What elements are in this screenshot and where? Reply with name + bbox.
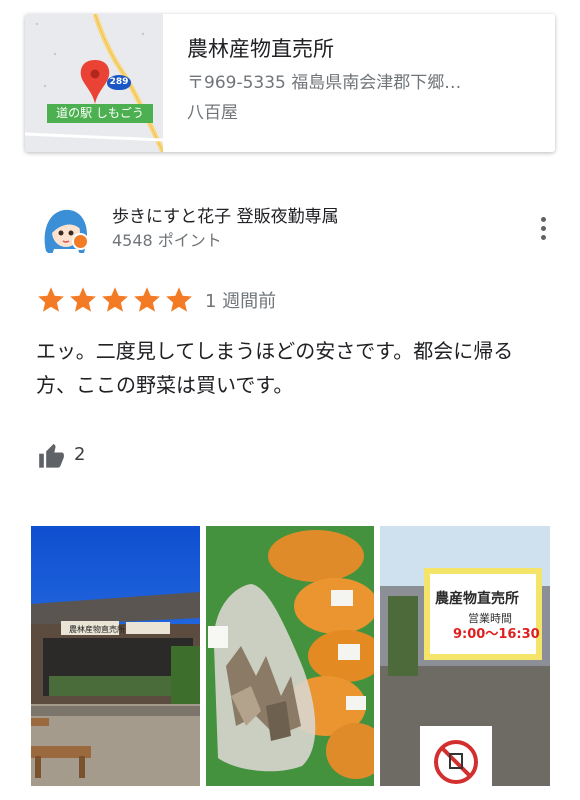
review-text: エッ。二度見してしまうほどの安さです。都会に帰る方、ここの野菜は買いです。 xyxy=(36,339,514,397)
star-icon xyxy=(102,287,128,312)
reviewer-name[interactable]: 歩きにすと花子 登販夜勤専属 xyxy=(112,202,339,227)
review-photo-3[interactable]: 農産物直売所 営業時間 9:00〜16:30 xyxy=(380,526,550,786)
star-rating xyxy=(36,285,194,315)
review-photo-1[interactable]: 農林産物直売所 xyxy=(31,526,200,786)
map-roads xyxy=(25,14,163,152)
like-count: 2 xyxy=(74,444,86,465)
review-photo-2[interactable] xyxy=(206,526,374,786)
review-date: 1 週間前 xyxy=(205,291,277,312)
shop-sign-text: 農林産物直売所 xyxy=(69,625,125,634)
route-badge: 289 xyxy=(107,75,131,90)
star-icon xyxy=(166,287,192,312)
map-poi-label: 道の駅 しもごう xyxy=(47,104,153,123)
place-card[interactable]: 289 道の駅 しもごう 農林産物直売所 〒969-5335 福島県南会津郡下郷… xyxy=(25,14,555,152)
more-options-button[interactable] xyxy=(530,210,556,246)
like-button[interactable] xyxy=(38,443,66,469)
sign-title: 農産物直売所 xyxy=(435,591,519,607)
place-info: 農林産物直売所 〒969-5335 福島県南会津郡下郷… 八百屋 xyxy=(187,34,537,126)
local-guide-badge-icon xyxy=(72,233,89,250)
thumbs-up-icon xyxy=(39,443,64,468)
place-name[interactable]: 農林産物直売所 xyxy=(187,34,537,64)
more-vert-icon xyxy=(540,216,546,222)
star-icon xyxy=(70,287,96,312)
star-icon xyxy=(134,287,160,312)
place-category: 八百屋 xyxy=(187,103,238,123)
sign-hours: 9:00〜16:30 xyxy=(453,627,540,642)
place-address: 〒969-5335 福島県南会津郡下郷… xyxy=(187,73,462,93)
map-thumbnail[interactable]: 289 道の駅 しもごう xyxy=(25,14,163,152)
reviewer-points: 4548 ポイント xyxy=(112,231,222,250)
star-icon xyxy=(38,287,64,312)
